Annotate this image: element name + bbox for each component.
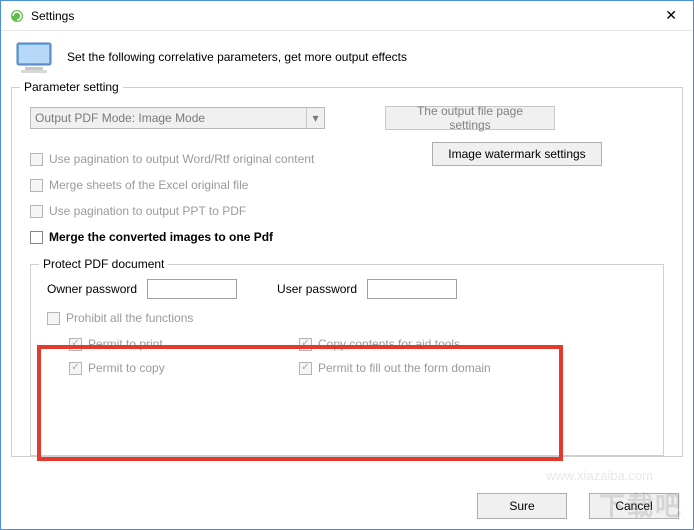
header-row: Set the following correlative parameters… <box>1 31 693 87</box>
pagination-ppt-label: Use pagination to output PPT to PDF <box>49 204 246 218</box>
page-settings-button[interactable]: The output file page settings <box>385 106 555 130</box>
app-icon <box>9 8 25 24</box>
watermark-settings-button[interactable]: Image watermark settings <box>432 142 602 166</box>
cancel-button[interactable]: Cancel <box>589 493 679 519</box>
owner-password-input[interactable] <box>147 279 237 299</box>
merge-images-checkbox-row: Merge the converted images to one Pdf <box>30 230 664 244</box>
settings-window: Settings ✕ Set the following correlative… <box>0 0 694 530</box>
copy-aid-label: Copy contents for aid tools <box>318 337 460 351</box>
user-password-input[interactable] <box>367 279 457 299</box>
fieldset-legend: Parameter setting <box>20 80 123 94</box>
close-icon[interactable]: ✕ <box>657 3 685 28</box>
user-password-label: User password <box>277 282 357 296</box>
parameter-setting-fieldset: Parameter setting Output PDF Mode: Image… <box>11 87 683 457</box>
pagination-ppt-checkbox <box>30 205 43 218</box>
watermark-url: www.xiazaiba.com <box>546 468 653 483</box>
protect-pdf-fieldset: Protect PDF document Owner password User… <box>30 264 664 456</box>
prohibit-all-label: Prohibit all the functions <box>66 311 193 325</box>
pagination-ppt-checkbox-row: Use pagination to output PPT to PDF <box>30 204 664 218</box>
footer-buttons: Sure Cancel <box>477 493 679 519</box>
merge-images-checkbox[interactable] <box>30 231 43 244</box>
merge-images-label: Merge the converted images to one Pdf <box>49 230 273 244</box>
monitor-icon <box>15 41 55 73</box>
merge-excel-label: Merge sheets of the Excel original file <box>49 178 248 192</box>
owner-password-label: Owner password <box>47 282 137 296</box>
permit-copy-checkbox: ✓ <box>69 362 82 375</box>
window-title: Settings <box>31 9 657 23</box>
sure-button[interactable]: Sure <box>477 493 567 519</box>
titlebar: Settings ✕ <box>1 1 693 31</box>
copy-aid-checkbox: ✓ <box>299 338 312 351</box>
permit-print-checkbox: ✓ <box>69 338 82 351</box>
fill-form-checkbox: ✓ <box>299 362 312 375</box>
fill-form-label: Permit to fill out the form domain <box>318 361 491 375</box>
dropdown-label: Output PDF Mode: Image Mode <box>35 111 205 125</box>
permit-copy-label: Permit to copy <box>88 361 165 375</box>
pagination-word-checkbox <box>30 153 43 166</box>
prohibit-all-checkbox <box>47 312 60 325</box>
merge-excel-checkbox-row: Merge sheets of the Excel original file <box>30 178 664 192</box>
header-description: Set the following correlative parameters… <box>67 50 407 64</box>
output-pdf-mode-dropdown[interactable]: Output PDF Mode: Image Mode ▾ <box>30 107 325 129</box>
protect-legend: Protect PDF document <box>39 257 168 271</box>
permit-print-label: Permit to print <box>88 337 163 351</box>
chevron-down-icon: ▾ <box>306 108 324 128</box>
pagination-word-label: Use pagination to output Word/Rtf origin… <box>49 152 314 166</box>
merge-excel-checkbox <box>30 179 43 192</box>
